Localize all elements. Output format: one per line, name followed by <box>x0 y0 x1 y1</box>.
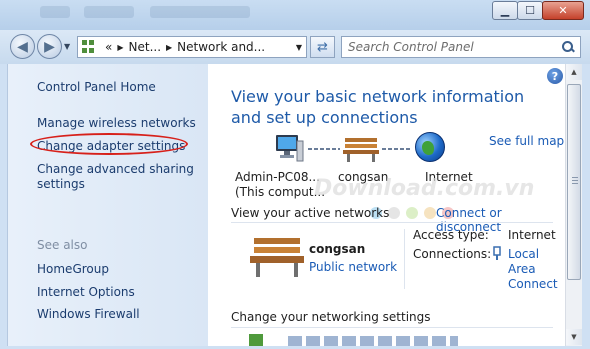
sidebar: Control Panel Home Manage wireless netwo… <box>7 64 208 346</box>
sidebar-item-advanced-sharing[interactable]: Change advanced sharing settings <box>37 162 197 192</box>
maximize-icon: ☐ <box>525 4 535 17</box>
divider <box>231 222 553 223</box>
search-input[interactable]: Search Control Panel <box>341 36 581 58</box>
title-ghost <box>150 6 250 18</box>
see-also-internet-options[interactable]: Internet Options <box>37 285 135 300</box>
breadcrumb-item[interactable]: Net... <box>129 40 162 54</box>
close-button[interactable]: ✕ <box>542 1 584 20</box>
search-icon[interactable] <box>562 41 574 53</box>
main-content: ? View your basic network information an… <box>208 64 565 346</box>
breadcrumb-separator-icon[interactable]: ▶ <box>117 43 123 52</box>
navigation-bar: ◀ ▶ ▼ « ▶ Net... ▶ Network and... ▼ ⇄ Se… <box>0 30 590 64</box>
connection-line <box>382 148 412 150</box>
divider <box>404 229 405 289</box>
window-controls: ▁ ☐ ✕ <box>492 1 584 20</box>
breadcrumb-separator-icon[interactable]: ▶ <box>166 43 172 52</box>
access-type-label: Access type: <box>413 228 489 242</box>
recent-pages-button[interactable]: ▼ <box>64 42 70 51</box>
breadcrumb: « ▶ Net... ▶ Network and... <box>105 40 265 54</box>
refresh-icon: ⇄ <box>317 39 328 55</box>
local-area-connection-link[interactable]: Local <box>508 247 539 262</box>
scrollbar-thumb[interactable] <box>567 84 581 280</box>
highlight-circle <box>30 133 188 155</box>
change-settings-title: Change your networking settings <box>231 310 431 324</box>
node-label-pc: Admin-PC08... <box>235 170 320 184</box>
minimize-icon: ▁ <box>500 4 510 17</box>
setup-connection-link[interactable] <box>288 336 458 346</box>
help-icon[interactable]: ? <box>547 68 563 84</box>
globe-icon[interactable] <box>415 132 445 162</box>
active-networks-title: View your active networks <box>231 206 390 220</box>
network-adapter-icon <box>493 246 501 260</box>
search-placeholder: Search Control Panel <box>348 40 474 54</box>
network-type-link[interactable]: Public network <box>309 260 397 274</box>
scroll-down-icon[interactable]: ▼ <box>566 329 582 345</box>
title-bar: ▁ ☐ ✕ <box>0 0 590 30</box>
address-bar[interactable]: « ▶ Net... ▶ Network and... ▼ <box>77 36 307 58</box>
forward-arrow-icon: ▶ <box>44 38 55 55</box>
see-also-windows-firewall[interactable]: Windows Firewall <box>37 307 140 322</box>
divider <box>231 327 553 328</box>
local-area-connection-link[interactable]: Area <box>508 262 536 277</box>
scroll-up-icon[interactable]: ▲ <box>566 64 582 80</box>
bench-icon <box>250 238 304 277</box>
vertical-scrollbar[interactable]: ▲ ▼ <box>565 64 582 346</box>
connection-line <box>308 148 340 150</box>
sidebar-item-manage-wireless[interactable]: Manage wireless networks <box>37 116 196 131</box>
computer-icon[interactable] <box>273 132 305 164</box>
address-dropdown-icon[interactable]: ▼ <box>296 43 302 52</box>
control-panel-icon <box>81 39 101 55</box>
sidebar-item-control-panel-home[interactable]: Control Panel Home <box>37 80 156 95</box>
forward-button[interactable]: ▶ <box>37 34 62 59</box>
see-also-title: See also <box>37 238 88 252</box>
breadcrumb-overflow[interactable]: « <box>105 40 112 54</box>
back-arrow-icon: ◀ <box>17 38 28 55</box>
page-title: View your basic network information and … <box>231 87 525 127</box>
watermark: Download.com.vn <box>314 176 535 201</box>
minimize-button[interactable]: ▁ <box>492 1 518 20</box>
title-ghost <box>84 6 134 18</box>
setup-connection-icon[interactable] <box>249 334 263 346</box>
connections-label: Connections: <box>413 247 492 261</box>
grip-icon <box>572 177 578 184</box>
title-ghost <box>40 6 70 18</box>
close-icon: ✕ <box>558 4 568 17</box>
bench-icon[interactable] <box>343 136 379 162</box>
maximize-button[interactable]: ☐ <box>517 1 543 20</box>
local-area-connection-link[interactable]: Connect <box>508 277 558 292</box>
see-also-homegroup[interactable]: HomeGroup <box>37 262 109 277</box>
access-type-value: Internet <box>508 228 556 242</box>
back-button[interactable]: ◀ <box>10 34 35 59</box>
breadcrumb-item[interactable]: Network and... <box>177 40 265 54</box>
node-label-this-computer: (This comput... <box>235 185 326 199</box>
network-name: congsan <box>309 242 366 256</box>
refresh-button[interactable]: ⇄ <box>310 36 335 58</box>
window-frame <box>582 64 590 349</box>
see-full-map-link[interactable]: See full map <box>489 134 564 148</box>
